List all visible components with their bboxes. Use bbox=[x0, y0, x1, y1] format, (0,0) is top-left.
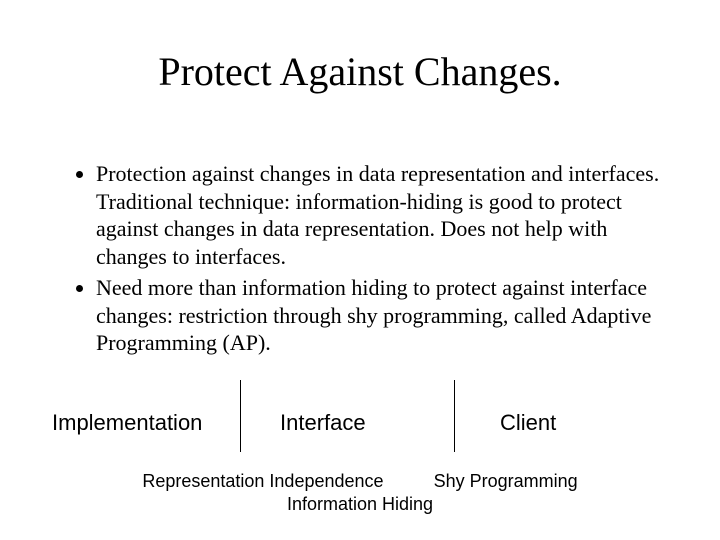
diagram-bottom-labels: Representation Independence Shy Programm… bbox=[0, 470, 720, 515]
bottom-row-1: Representation Independence Shy Programm… bbox=[0, 470, 720, 493]
diagram-label-client: Client bbox=[500, 410, 556, 436]
bullet-item: Protection against changes in data repre… bbox=[96, 160, 662, 270]
bullet-item: Need more than information hiding to pro… bbox=[96, 274, 662, 357]
divider-line bbox=[240, 380, 241, 452]
bullet-list: Protection against changes in data repre… bbox=[72, 160, 662, 361]
slide: Protect Against Changes. Protection agai… bbox=[0, 0, 720, 540]
label-representation-independence: Representation Independence bbox=[142, 471, 383, 491]
slide-title: Protect Against Changes. bbox=[0, 48, 720, 95]
divider-line bbox=[454, 380, 455, 452]
label-information-hiding: Information Hiding bbox=[0, 493, 720, 516]
diagram: Implementation Interface Client bbox=[0, 380, 720, 470]
diagram-label-implementation: Implementation bbox=[52, 410, 202, 436]
label-shy-programming: Shy Programming bbox=[434, 471, 578, 491]
diagram-label-interface: Interface bbox=[280, 410, 366, 436]
